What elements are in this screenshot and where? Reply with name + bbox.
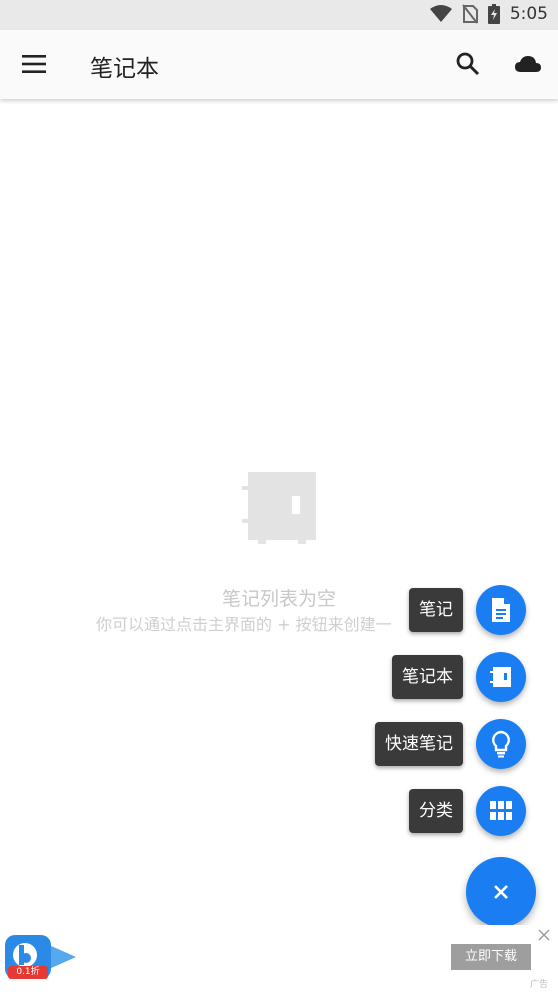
empty-title: 笔记列表为空	[221, 588, 336, 610]
notebook-icon	[242, 472, 316, 544]
close-icon	[494, 885, 508, 899]
fab-label-note[interactable]: 笔记	[409, 588, 463, 632]
lightbulb-icon	[492, 730, 510, 758]
fab-item-notebook[interactable]: 笔记本	[392, 655, 463, 699]
fab-close-button[interactable]	[466, 857, 536, 927]
fab-label-category[interactable]: 分类	[409, 789, 463, 833]
search-icon[interactable]	[455, 51, 481, 77]
fab-label-quick-note[interactable]: 快速笔记	[375, 722, 463, 766]
notebook-fab-button[interactable]	[476, 652, 526, 702]
wifi-icon	[429, 5, 452, 22]
notebook-icon	[490, 667, 511, 687]
status-bar: 5:05	[0, 0, 558, 30]
fab-item-note[interactable]: 笔记	[409, 588, 463, 632]
fab-label-notebook[interactable]: 笔记本	[392, 655, 463, 699]
cloud-icon[interactable]	[514, 52, 542, 78]
fab-item-category[interactable]: 分类	[409, 789, 463, 833]
category-fab-button[interactable]	[476, 786, 526, 836]
menu-icon[interactable]	[20, 52, 48, 76]
close-icon[interactable]	[537, 928, 551, 942]
note-fab-button[interactable]	[476, 585, 526, 635]
grid-icon	[490, 801, 512, 820]
no-sim-icon	[462, 4, 478, 24]
quick-note-fab-button[interactable]	[476, 719, 526, 769]
note-icon	[492, 598, 510, 622]
battery-charging-icon	[487, 4, 500, 24]
page-title: 笔记本	[90, 56, 159, 82]
status-time: 5:05	[509, 4, 548, 24]
ad-download-button[interactable]: 立即下载	[451, 944, 531, 970]
app-bar: 笔记本	[0, 30, 558, 99]
fab-item-quick-note[interactable]: 快速笔记	[375, 722, 463, 766]
ad-banner[interactable]: 0.1折 立即下载 广告	[0, 925, 558, 992]
ad-discount-tag: 0.1折	[8, 966, 48, 979]
ad-mark: 广告	[530, 980, 549, 990]
